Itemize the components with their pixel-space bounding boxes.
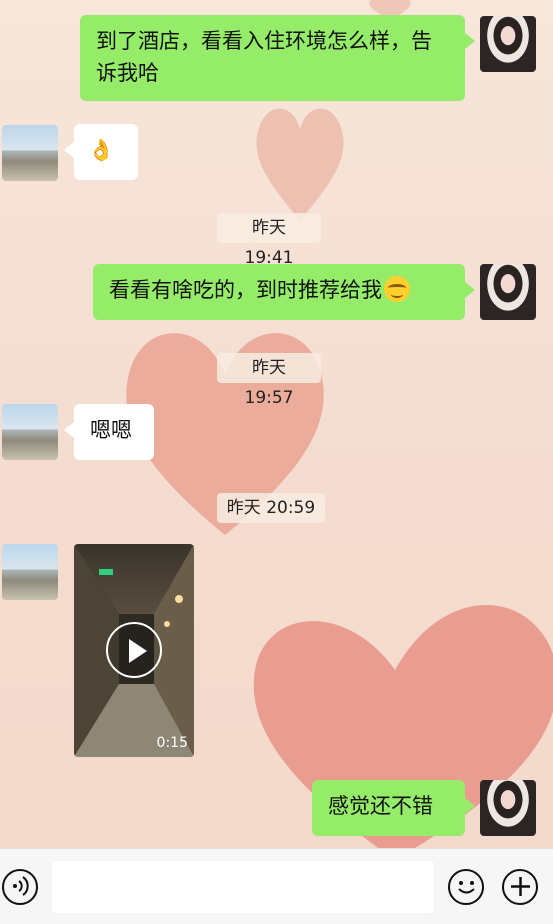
message-text: 感觉还不错: [328, 794, 433, 818]
ok-hand-emoji: 👌: [88, 138, 115, 162]
plus-icon: [510, 877, 530, 896]
message-text: 看看有啥吃的，到时推荐给我: [109, 278, 382, 302]
avatar-contact[interactable]: [2, 125, 58, 181]
message-text: 到了酒店，看看入住环境怎么样，告诉我哈: [96, 29, 432, 85]
play-icon: [129, 639, 147, 663]
message-bubble-contact[interactable]: 嗯嗯: [64, 404, 154, 460]
timestamp-text: 昨天 19:57: [244, 358, 294, 408]
voice-icon: [13, 876, 29, 896]
video-message[interactable]: 0:15: [74, 544, 194, 757]
emoji-icon: [457, 881, 475, 894]
message-bubble-self[interactable]: 看看有啥吃的，到时推荐给我: [93, 264, 475, 320]
avatar-self[interactable]: [480, 780, 536, 836]
heart-decoration-small: [256, 108, 344, 220]
timestamp: 昨天 19:57: [217, 353, 321, 408]
timestamp-text: 昨天 19:41: [244, 218, 294, 268]
message-input[interactable]: [52, 861, 434, 913]
avatar-contact[interactable]: [2, 404, 58, 460]
avatar-self[interactable]: [480, 264, 536, 320]
video-duration: 0:15: [156, 735, 188, 751]
input-toolbar: [0, 848, 553, 924]
message-bubble-contact[interactable]: 👌: [64, 124, 138, 180]
timestamp-text: 昨天 20:59: [226, 498, 316, 518]
timestamp: 昨天 20:59: [217, 493, 325, 523]
play-button[interactable]: [106, 622, 162, 678]
emoji-button[interactable]: [448, 869, 484, 905]
message-bubble-self[interactable]: 到了酒店，看看入住环境怎么样，告诉我哈: [80, 15, 475, 101]
message-text: 嗯嗯: [90, 418, 132, 442]
avatar-self[interactable]: [480, 16, 536, 72]
message-bubble-self[interactable]: 感觉还不错: [312, 780, 475, 836]
voice-button[interactable]: [2, 869, 38, 905]
chat-background: 到了酒店，看看入住环境怎么样，告诉我哈 👌 昨天 19:41 看看有啥吃的，到时…: [0, 0, 553, 848]
smiling-face-emoji: [384, 276, 410, 302]
timestamp: 昨天 19:41: [217, 213, 321, 268]
avatar-contact[interactable]: [2, 544, 58, 600]
more-button[interactable]: [502, 869, 538, 905]
